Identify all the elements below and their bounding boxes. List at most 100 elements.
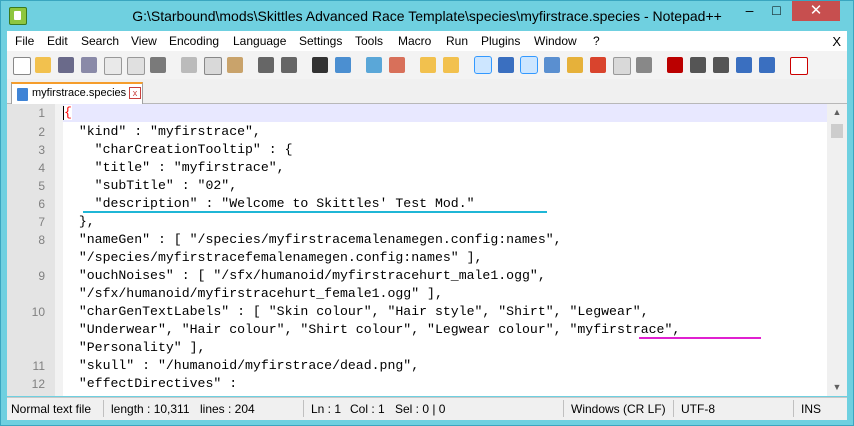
file-icon [17,88,28,101]
myfirstrace-underline [639,337,761,339]
description-underline [83,211,547,213]
menu-help[interactable]: ? [593,34,600,48]
close-window-button[interactable]: ✕ [792,1,840,21]
sync-v-icon[interactable] [420,57,436,73]
menu-tools[interactable]: Tools [355,34,383,48]
code-line: "skull" : "/humanoid/myfirstrace/dead.pn… [63,358,420,373]
status-line: Ln : 1 [311,402,342,416]
status-length: length : 10,311 [111,402,190,416]
scroll-down-arrow-icon[interactable]: ▼ [827,379,847,396]
menu-plugins[interactable]: Plugins [481,34,520,48]
document-tab-bar: myfirstrace.species x [7,79,847,104]
line-number: 8 [38,233,45,247]
zoom-in-icon[interactable] [366,57,382,73]
vertical-scrollbar[interactable]: ▲ ▼ [827,104,847,396]
line-number: 7 [38,215,45,229]
code-line: "title" : "myfirstrace", [63,160,285,175]
line-number: 12 [31,377,45,391]
maximize-button[interactable]: □ [763,1,790,21]
status-eol: Windows (CR LF) [571,402,666,416]
show-all-chars-icon[interactable] [498,57,514,73]
menu-macro[interactable]: Macro [398,34,431,48]
zoom-out-icon[interactable] [389,57,405,73]
status-file-type: Normal text file [11,402,92,416]
eye-icon[interactable] [636,57,652,73]
save-all-icon[interactable] [81,57,97,73]
title-bar[interactable]: G:\Starbound\mods\Skittles Advanced Race… [1,1,853,30]
record-macro-icon[interactable] [667,57,683,73]
close-icon[interactable] [104,57,122,75]
status-bar: Normal text file length : 10,311 lines :… [7,397,847,420]
replace-icon[interactable] [335,57,351,73]
line-number: 9 [38,269,45,283]
undo-icon[interactable] [258,57,274,73]
fold-margin[interactable] [55,104,63,396]
code-line-text: { [64,105,72,120]
status-column: Col : 1 [350,402,385,416]
stop-record-icon[interactable] [690,57,706,73]
menu-language[interactable]: Language [233,34,286,48]
copy-icon[interactable] [204,57,222,75]
spellcheck-icon[interactable] [790,57,808,75]
sync-h-icon[interactable] [443,57,459,73]
minimize-button[interactable]: – [736,1,763,21]
save-macro-icon[interactable] [759,57,775,73]
line-number: 10 [31,305,45,319]
code-line: "charCreationTooltip" : { [63,142,293,157]
line-number: 2 [38,125,45,139]
tab-label: myfirstrace.species [32,87,127,99]
function-list-icon[interactable] [567,57,583,73]
code-line: "effectDirectives" : [63,376,238,391]
menu-file[interactable]: File [15,34,34,48]
code-line: "nameGen" : [ "/species/myfirstracemalen… [63,232,562,247]
code-editor[interactable]: 1 2 3 4 5 6 7 8 9 10 11 12 { "kind" : "m… [7,104,847,396]
menu-search[interactable]: Search [81,34,119,48]
play-macro-icon[interactable] [713,57,729,73]
paste-icon[interactable] [227,57,243,73]
code-text-area[interactable]: { "kind" : "myfirstrace", "charCreationT… [63,104,827,396]
redo-icon[interactable] [281,57,297,73]
doc-map-icon[interactable] [544,57,560,73]
status-divider [303,400,304,417]
tab-close-icon[interactable]: x [129,87,141,99]
scroll-up-arrow-icon[interactable]: ▲ [827,104,847,121]
monitor-icon[interactable] [613,57,631,75]
tab-myfirstrace-species[interactable]: myfirstrace.species x [11,82,143,104]
print-icon[interactable] [150,57,166,73]
close-document-button[interactable]: X [832,34,841,49]
status-divider [563,400,564,417]
status-insert-mode: INS [801,402,822,416]
code-line: "charGenTextLabels" : [ "Skin colour", "… [63,304,649,319]
menu-view[interactable]: View [131,34,157,48]
scroll-thumb[interactable] [831,124,843,138]
find-icon[interactable] [312,57,328,73]
code-line: "/sfx/humanoid/myfirstracehurt_female1.o… [63,286,443,301]
code-line: { [63,104,827,122]
run-macro-multiple-icon[interactable] [736,57,752,73]
indent-guide-icon[interactable] [520,56,538,74]
close-all-icon[interactable] [127,57,145,75]
menu-encoding[interactable]: Encoding [169,34,219,48]
line-number: 3 [38,143,45,157]
code-line: "Personality" ], [63,340,206,355]
new-file-icon[interactable] [13,57,31,75]
folder-workspace-icon[interactable] [590,57,606,73]
status-lines: lines : 204 [200,402,255,416]
line-number: 4 [38,161,45,175]
status-divider [793,400,794,417]
word-wrap-icon[interactable] [474,56,492,74]
menu-bar: File Edit Search View Encoding Language … [7,31,847,51]
menu-run[interactable]: Run [446,34,468,48]
menu-edit[interactable]: Edit [47,34,68,48]
menu-window[interactable]: Window [534,34,577,48]
cut-icon[interactable] [181,57,197,73]
line-number: 6 [38,197,45,211]
save-icon[interactable] [58,57,74,73]
window-title: G:\Starbound\mods\Skittles Advanced Race… [132,8,722,24]
code-line: "ouchNoises" : [ "/sfx/humanoid/myfirstr… [63,268,546,283]
menu-settings[interactable]: Settings [299,34,342,48]
status-divider [673,400,674,417]
status-divider [103,400,104,417]
code-line: "/species/myfirstracefemalenamegen.confi… [63,250,483,265]
open-file-icon[interactable] [35,57,51,73]
